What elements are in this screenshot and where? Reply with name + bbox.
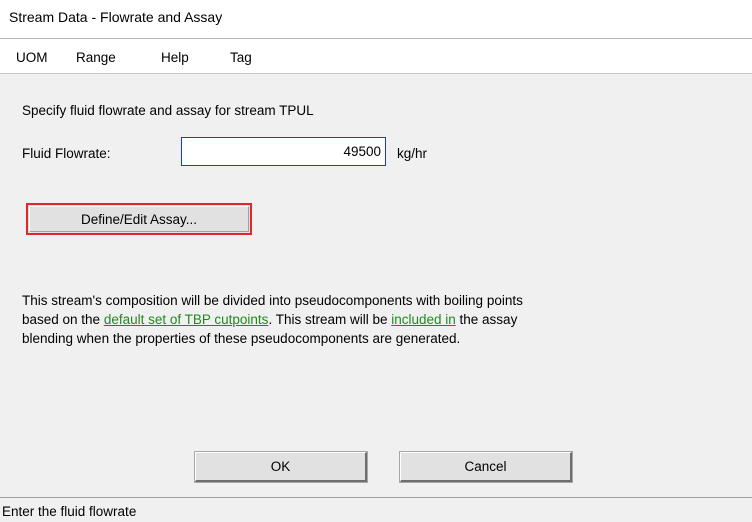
description-line-2-middle: . This stream will be: [268, 312, 392, 327]
fluid-flowrate-input[interactable]: [181, 137, 386, 166]
define-edit-assay-label: Define/Edit Assay...: [29, 206, 249, 232]
menu-range[interactable]: Range: [76, 50, 116, 65]
stream-prompt: Specify fluid flowrate and assay for str…: [22, 103, 314, 118]
status-text: Enter the fluid flowrate: [2, 504, 137, 519]
stream-data-dialog: Stream Data - Flowrate and Assay UOM Ran…: [0, 0, 752, 522]
included-in-link[interactable]: included in: [391, 312, 456, 327]
title-bar[interactable]: Stream Data - Flowrate and Assay: [0, 0, 752, 39]
description-line-1: This stream's composition will be divide…: [22, 293, 523, 308]
fluid-flowrate-label: Fluid Flowrate:: [22, 146, 111, 161]
menu-bar: UOM Range Help Tag: [0, 39, 752, 74]
menu-help[interactable]: Help: [161, 50, 189, 65]
description-line-2-suffix: the assay: [455, 312, 518, 327]
define-edit-assay-button[interactable]: Define/Edit Assay...: [26, 203, 252, 235]
status-bar: Enter the fluid flowrate: [0, 497, 752, 522]
description-line-3: blending when the properties of these ps…: [22, 331, 461, 346]
menu-tag[interactable]: Tag: [230, 50, 252, 65]
tbp-cutpoints-link[interactable]: default set of TBP cutpoints: [104, 312, 269, 327]
menu-uom[interactable]: UOM: [16, 50, 48, 65]
ok-button[interactable]: OK: [194, 451, 368, 483]
flowrate-unit-label: kg/hr: [397, 146, 428, 161]
composition-description: This stream's composition will be divide…: [22, 291, 722, 348]
cancel-button[interactable]: Cancel: [399, 451, 573, 483]
description-line-2-prefix: based on the: [22, 312, 104, 327]
description-line-2: based on the default set of TBP cutpoint…: [22, 310, 722, 329]
window-title: Stream Data - Flowrate and Assay: [9, 9, 223, 25]
